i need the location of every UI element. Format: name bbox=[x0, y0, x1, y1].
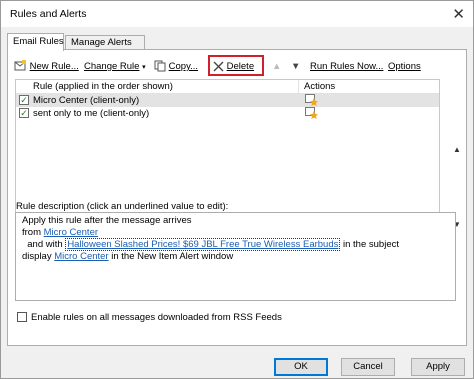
sender-link[interactable]: Micro Center bbox=[44, 227, 98, 238]
rule-row[interactable]: ✓ Micro Center (client-only) bbox=[16, 94, 439, 107]
rule-name: Micro Center (client-only) bbox=[33, 95, 140, 106]
rule-description-label: Rule description (click an underlined va… bbox=[16, 201, 229, 212]
alert-sender-link[interactable]: Micro Center bbox=[54, 251, 108, 262]
copy-button[interactable]: Copy... bbox=[154, 59, 198, 75]
run-rules-now-label: Run Rules Now... bbox=[310, 61, 384, 72]
options-label: Options bbox=[388, 61, 421, 72]
alert-action-icon bbox=[305, 94, 318, 106]
cancel-button[interactable]: Cancel bbox=[341, 358, 395, 376]
description-text: in the subject bbox=[340, 239, 399, 250]
rule-description-box: Apply this rule after the message arrive… bbox=[15, 212, 456, 301]
rss-option-label: Enable rules on all messages downloaded … bbox=[31, 312, 282, 323]
description-line: and with Halloween Slashed Prices! $69 J… bbox=[22, 238, 455, 251]
description-text: display bbox=[22, 251, 55, 262]
column-header-actions[interactable]: Actions bbox=[304, 81, 335, 92]
copy-icon bbox=[154, 60, 166, 72]
delete-x-icon bbox=[213, 61, 224, 72]
triangle-down-icon: ▼ bbox=[291, 61, 301, 72]
rules-toolbar: New Rule... Change Rule ▾ Copy... Delete… bbox=[14, 55, 462, 77]
delete-button[interactable]: Delete bbox=[213, 59, 254, 75]
move-down-button[interactable]: ▼ bbox=[291, 59, 300, 75]
description-text: and with bbox=[22, 239, 66, 250]
window-title: Rules and Alerts bbox=[10, 8, 87, 20]
change-rule-button[interactable]: Change Rule ▾ bbox=[84, 59, 146, 75]
change-rule-label: Change Rule bbox=[84, 61, 140, 72]
new-rule-button[interactable]: New Rule... bbox=[14, 59, 79, 75]
title-bar: Rules and Alerts ✕ bbox=[1, 1, 473, 27]
alert-action-icon bbox=[305, 107, 318, 119]
tab-email-rules[interactable]: Email Rules bbox=[7, 33, 64, 51]
rule-name: sent only to me (client-only) bbox=[33, 108, 150, 119]
description-text: in the New Item Alert window bbox=[108, 251, 234, 262]
tab-manage-alerts[interactable]: Manage Alerts bbox=[65, 35, 145, 50]
description-line: Apply this rule after the message arrive… bbox=[22, 215, 455, 227]
description-text: Apply this rule after the message arrive… bbox=[22, 215, 192, 226]
run-rules-now-button[interactable]: Run Rules Now... bbox=[310, 59, 383, 75]
rules-and-alerts-dialog: Rules and Alerts ✕ Email Rules Manage Al… bbox=[0, 0, 474, 379]
description-line: display Micro Center in the New Item Ale… bbox=[22, 251, 455, 263]
rules-list-header: Rule (applied in the order shown) Action… bbox=[16, 80, 439, 94]
close-icon[interactable]: ✕ bbox=[452, 5, 465, 23]
scroll-up-arrow-icon[interactable]: ▲ bbox=[453, 145, 461, 154]
description-text: from bbox=[22, 227, 44, 238]
chevron-down-icon: ▾ bbox=[142, 64, 146, 71]
rule-enabled-checkbox[interactable]: ✓ bbox=[19, 108, 29, 118]
rss-checkbox[interactable] bbox=[17, 312, 27, 323]
copy-label: Copy... bbox=[168, 61, 199, 72]
delete-label: Delete bbox=[226, 61, 255, 72]
subject-words-link[interactable]: Halloween Slashed Prices! $69 JBL Free T… bbox=[65, 238, 341, 251]
ok-button[interactable]: OK bbox=[274, 358, 328, 376]
column-header-rule[interactable]: Rule (applied in the order shown) bbox=[33, 81, 173, 92]
rule-enabled-checkbox[interactable]: ✓ bbox=[19, 95, 29, 105]
column-separator bbox=[298, 80, 299, 93]
move-up-button[interactable]: ▲ bbox=[272, 59, 281, 75]
triangle-up-icon: ▲ bbox=[272, 61, 282, 72]
rule-row[interactable]: ✓ sent only to me (client-only) bbox=[16, 107, 439, 120]
new-rule-label: New Rule... bbox=[29, 61, 79, 72]
rss-option[interactable]: Enable rules on all messages downloaded … bbox=[17, 312, 282, 323]
options-button[interactable]: Options bbox=[388, 59, 421, 75]
apply-button[interactable]: Apply bbox=[411, 358, 465, 376]
email-rules-panel: New Rule... Change Rule ▾ Copy... Delete… bbox=[7, 49, 467, 346]
new-rule-icon bbox=[14, 60, 26, 71]
